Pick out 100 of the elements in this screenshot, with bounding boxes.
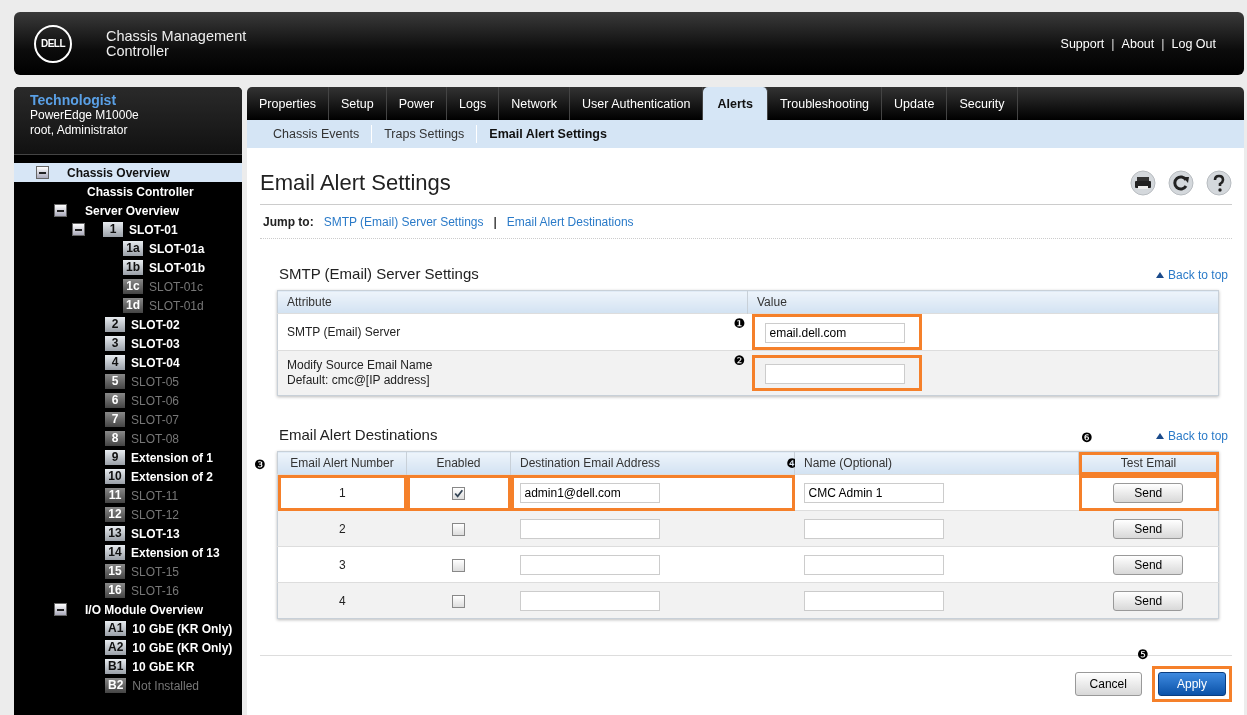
- tree-label: SLOT-01b: [149, 260, 206, 275]
- jump-label: Jump to:: [263, 214, 314, 229]
- slot-badge: 1b: [123, 260, 143, 275]
- subtab[interactable]: Email Alert Settings: [477, 127, 619, 141]
- name-input[interactable]: CMC Admin 1: [803, 482, 944, 503]
- slot-badge: B2: [105, 678, 127, 693]
- tree-label: 10 GbE (KR Only): [132, 640, 233, 655]
- slot-badge: 4: [105, 355, 125, 370]
- subtab[interactable]: Traps Settings: [372, 127, 477, 141]
- tree-item[interactable]: 1a SLOT-01a: [14, 239, 242, 258]
- link-separator: |: [493, 214, 497, 229]
- email-input[interactable]: [519, 554, 660, 575]
- print-icon[interactable]: [1130, 170, 1156, 196]
- header-link[interactable]: Support: [1060, 36, 1105, 51]
- email-input[interactable]: [519, 518, 660, 539]
- collapse-toggle[interactable]: [54, 603, 67, 616]
- send-button[interactable]: Send: [1113, 518, 1184, 539]
- tree-label: Extension of 1: [131, 450, 213, 465]
- name-input[interactable]: [803, 554, 944, 575]
- alert-number: 4: [277, 582, 407, 619]
- checkbox[interactable]: [452, 486, 465, 500]
- checkbox[interactable]: [452, 594, 465, 608]
- tree-item[interactable]: Chassis Controller: [14, 182, 242, 201]
- send-button[interactable]: Send: [1113, 482, 1184, 503]
- tree-label: SLOT-12: [131, 507, 180, 522]
- callout-number: ❻: [1081, 430, 1093, 445]
- link-separator: |: [1111, 36, 1115, 51]
- alert-number: 2: [277, 510, 407, 547]
- jump-link[interactable]: SMTP (Email) Server Settings: [323, 214, 484, 229]
- back-to-top-link[interactable]: Back to top: [1155, 268, 1228, 282]
- column-header: Value: [747, 290, 1219, 314]
- tree-label: Chassis Overview: [67, 165, 170, 180]
- jump-link[interactable]: Email Alert Destinations: [506, 214, 634, 229]
- slot-badge: 2: [105, 317, 125, 332]
- collapse-toggle[interactable]: [72, 223, 85, 236]
- email-input[interactable]: [519, 590, 660, 611]
- callout-number: ❺: [1136, 647, 1149, 662]
- subtab[interactable]: Chassis Events: [261, 127, 372, 141]
- slot-badge: 15: [105, 564, 125, 579]
- slot-badge: 11: [105, 488, 125, 503]
- tab[interactable]: Alerts: [703, 87, 768, 120]
- tree-item[interactable]: 3 SLOT-03: [14, 334, 242, 353]
- tree-item[interactable]: 1b SLOT-01b: [14, 258, 242, 277]
- slot-badge: A1: [105, 621, 127, 636]
- tree-label: 10 GbE KR: [132, 659, 195, 674]
- checkbox[interactable]: [452, 558, 465, 572]
- tree-label: Extension of 13: [131, 545, 220, 560]
- tree-label: SLOT-03: [131, 336, 180, 351]
- tree-label: Extension of 2: [131, 469, 213, 484]
- header-link[interactable]: Log Out: [1171, 36, 1216, 51]
- header-link[interactable]: About: [1121, 36, 1155, 51]
- callout-number: ❷: [733, 353, 746, 368]
- tree-item[interactable]: 4 SLOT-04: [14, 353, 242, 372]
- slot-badge: 9: [105, 450, 125, 465]
- slot-badge: 5: [105, 374, 125, 389]
- tree-item[interactable]: 9 Extension of 1: [14, 448, 242, 467]
- tree-item[interactable]: 1 SLOT-01: [14, 220, 242, 239]
- send-button[interactable]: Send: [1113, 590, 1184, 611]
- slot-badge: 8: [105, 431, 125, 446]
- tree-label: SLOT-15: [131, 564, 180, 579]
- slot-badge: 1: [103, 222, 123, 237]
- collapse-toggle[interactable]: [36, 166, 49, 179]
- link-separator: |: [1161, 36, 1165, 51]
- callout-number: ❶: [733, 316, 746, 331]
- tree-item[interactable]: Server Overview: [14, 201, 242, 220]
- action-button[interactable]: Cancel: [1074, 672, 1142, 696]
- name-input[interactable]: [803, 518, 944, 539]
- collapse-toggle[interactable]: [54, 204, 67, 217]
- section-heading: SMTP (Email) Server Settings: [279, 265, 479, 282]
- checkbox[interactable]: [452, 522, 465, 536]
- slot-badge: 1c: [123, 279, 143, 294]
- tree-item[interactable]: A2 10 GbE (KR Only): [14, 638, 242, 657]
- input-field[interactable]: email.dell.com: [764, 323, 905, 343]
- help-icon[interactable]: [1206, 170, 1232, 196]
- input-field[interactable]: [764, 364, 905, 384]
- column-header: Enabled: [406, 451, 511, 475]
- tree-label: SLOT-04: [131, 355, 180, 370]
- callout-number: ❸: [254, 457, 266, 472]
- tree-label: I/O Module Overview: [85, 602, 204, 617]
- system-name: Technologist: [30, 92, 118, 108]
- tree-label: SLOT-02: [131, 317, 180, 332]
- product-name: Chassis Management Controller: [106, 28, 247, 59]
- name-input[interactable]: [803, 590, 944, 611]
- tree-item[interactable]: Chassis Overview: [14, 163, 242, 182]
- tree-label: SLOT-11: [131, 488, 179, 503]
- tree-item[interactable]: A1 10 GbE (KR Only): [14, 619, 242, 638]
- tree-item[interactable]: B1 10 GbE KR: [14, 657, 242, 676]
- tree-item[interactable]: 13 SLOT-13: [14, 524, 242, 543]
- send-button[interactable]: Send: [1113, 554, 1184, 575]
- tree-item[interactable]: I/O Module Overview: [14, 600, 242, 619]
- tree-item[interactable]: 10 Extension of 2: [14, 467, 242, 486]
- action-button[interactable]: Apply: [1157, 672, 1226, 696]
- tree-item[interactable]: 2 SLOT-02: [14, 315, 242, 334]
- column-header: Email Alert Number: [277, 451, 407, 475]
- back-to-top-link[interactable]: Back to top: [1155, 429, 1228, 443]
- refresh-icon[interactable]: [1168, 170, 1194, 196]
- slot-badge: 12: [105, 507, 125, 522]
- email-input[interactable]: admin1@dell.com: [519, 482, 660, 503]
- tree-label: 10 GbE (KR Only): [132, 621, 233, 636]
- tree-item[interactable]: 14 Extension of 13: [14, 543, 242, 562]
